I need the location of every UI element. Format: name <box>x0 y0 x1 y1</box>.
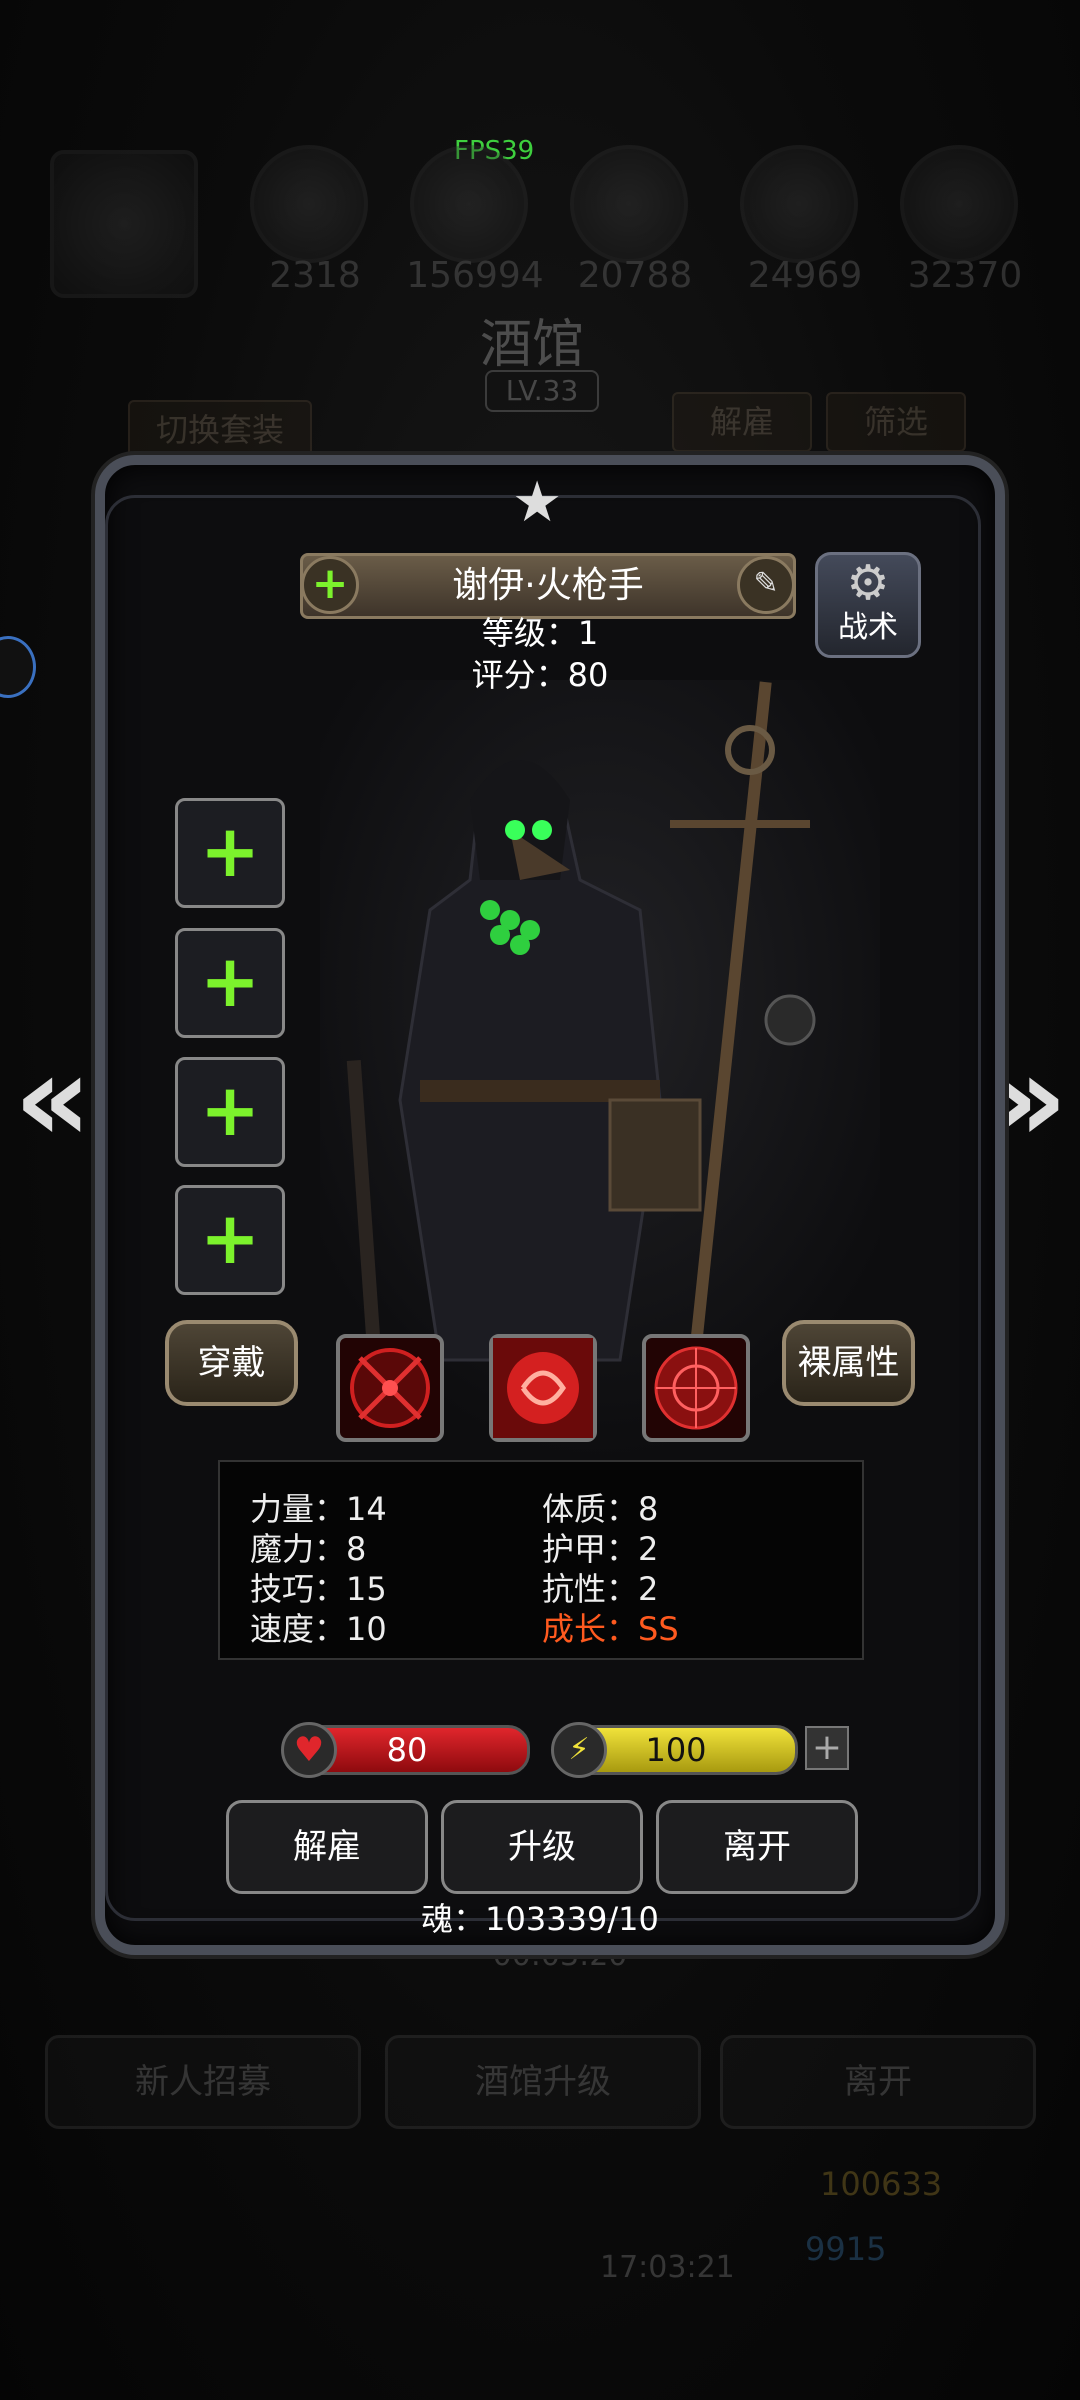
currency-gem: 9915 <box>805 2230 887 2268</box>
stat-growth: 成长：SS <box>542 1610 679 1648</box>
crosshair-skill-icon <box>350 1348 430 1428</box>
hero-name: 谢伊·火枪手 <box>452 565 644 606</box>
tactics-button[interactable]: ⚙ 战术 <box>815 552 921 658</box>
equipment-slot-weapon[interactable]: + <box>175 798 285 908</box>
resource-icon <box>410 145 528 263</box>
upgrade-button[interactable]: 升级 <box>441 1800 643 1894</box>
resource-value: 156994 <box>406 255 544 296</box>
equipment-slot-accessory-1[interactable]: + <box>175 1057 285 1167</box>
switch-outfit-button[interactable]: 切换套装 <box>128 400 312 460</box>
resource-value: 20788 <box>577 255 693 296</box>
add-energy-button[interactable]: + <box>805 1726 849 1770</box>
currency-gold: 100633 <box>820 2165 943 2203</box>
previous-hero-arrow-icon[interactable]: « <box>14 1030 92 1169</box>
plus-icon: + <box>199 939 261 1023</box>
equipment-slot-accessory-2[interactable]: + <box>175 1185 285 1295</box>
hp-bar: ♥ 80 <box>281 1722 530 1778</box>
leave-button[interactable]: 离开 <box>656 1800 858 1894</box>
plus-icon: + <box>199 1196 261 1280</box>
filter-button[interactable]: 筛选 <box>826 392 966 452</box>
dismiss-button[interactable]: 解雇 <box>226 1800 428 1894</box>
gear-icon: ⚙ <box>846 555 890 611</box>
hero-score: 评分：80 <box>471 656 609 694</box>
equipment-slot-armor[interactable]: + <box>175 928 285 1038</box>
equip-button[interactable]: 穿戴 <box>165 1320 298 1406</box>
hero-level: 等级：1 <box>481 614 599 652</box>
soul-counter: 魂：103339/10 <box>421 1900 659 1938</box>
tactics-label: 战术 <box>838 610 898 645</box>
resource-icon <box>900 145 1018 263</box>
tavern-level: LV.33 <box>485 370 599 412</box>
energy-bar: ⚡ 100 <box>551 1722 798 1778</box>
resource-value: 2318 <box>269 255 361 296</box>
resource-value: 32370 <box>907 255 1023 296</box>
edit-icon: ✎ <box>753 566 779 601</box>
hp-value: 80 <box>386 1731 428 1769</box>
plus-icon: + <box>199 809 261 893</box>
tavern-upgrade-button[interactable]: 酒馆升级 <box>385 2035 701 2129</box>
resource-slot[interactable] <box>50 150 198 298</box>
resource-value: 24969 <box>747 255 863 296</box>
skill-slot-1[interactable] <box>336 1334 444 1442</box>
recruit-button[interactable]: 新人招募 <box>45 2035 361 2129</box>
plus-icon: + <box>311 558 349 609</box>
swirl-skill-icon <box>493 1338 593 1438</box>
naked-attributes-button[interactable]: 裸属性 <box>782 1320 915 1406</box>
plus-icon: + <box>199 1068 261 1152</box>
resource-icon <box>740 145 858 263</box>
stats-panel: 力量：14 魔力：8 技巧：15 速度：10 体质：8 护甲：2 抗性：2 成长… <box>218 1460 864 1660</box>
stat-speed: 速度：10 <box>250 1610 387 1648</box>
resource-icon <box>570 145 688 263</box>
rename-button[interactable]: ✎ <box>737 556 795 614</box>
energy-value: 100 <box>645 1731 707 1769</box>
resource-icon <box>250 145 368 263</box>
tavern-leave-button[interactable]: 离开 <box>720 2035 1036 2129</box>
dismiss-filter-button[interactable]: 解雇 <box>672 392 812 452</box>
skill-slot-2[interactable] <box>489 1334 597 1442</box>
clock: 17:03:21 <box>600 2250 735 2285</box>
add-hero-button[interactable]: + <box>301 556 359 614</box>
tavern-title: 酒馆 <box>480 315 585 375</box>
skill-slot-3[interactable] <box>642 1334 750 1442</box>
star-icon: ★ <box>512 470 563 535</box>
target-skill-icon <box>654 1346 738 1430</box>
